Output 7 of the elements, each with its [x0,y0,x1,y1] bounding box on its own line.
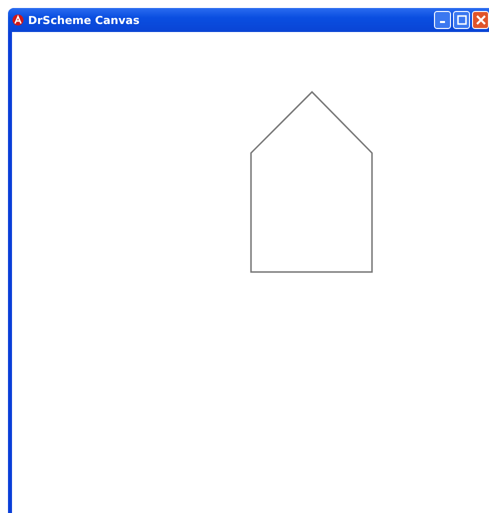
close-icon [476,15,486,25]
app-icon [12,14,24,26]
maximize-icon [456,15,466,25]
maximize-button[interactable] [453,11,470,29]
window-title: DrScheme Canvas [28,14,141,26]
close-button[interactable] [472,11,489,29]
minimize-button[interactable] [434,11,451,29]
